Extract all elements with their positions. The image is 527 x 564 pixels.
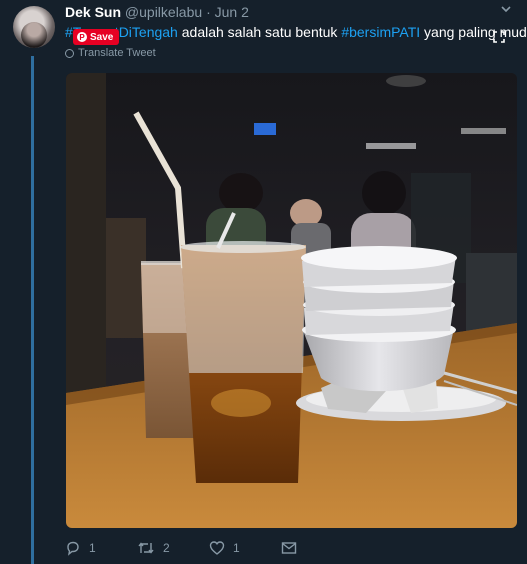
heart-icon [209, 541, 225, 555]
retweet-button[interactable]: 2 [137, 540, 209, 556]
retweet-icon [138, 542, 154, 554]
author-name[interactable]: Dek Sun [65, 4, 121, 20]
hashtag-link[interactable]: #bersimPATI [341, 24, 420, 40]
like-button[interactable]: 1 [209, 540, 281, 556]
tweet-text-body: adalah salah satu bentuk [177, 24, 342, 40]
avatar[interactable] [13, 6, 55, 48]
translate-label: Translate Tweet [78, 47, 156, 59]
expand-icon[interactable] [493, 31, 505, 43]
reply-button[interactable]: 1 [65, 540, 137, 556]
globe-icon [65, 48, 74, 58]
direct-message-button[interactable] [281, 540, 297, 556]
save-label: Save [90, 31, 114, 43]
pinterest-save-button[interactable]: P Save [73, 29, 120, 45]
photo-cafe-drinks [66, 73, 517, 528]
tweet-photo[interactable] [66, 73, 517, 528]
translate-tweet-link[interactable]: Translate Tweet [65, 47, 156, 59]
reply-icon [67, 541, 79, 556]
tweet-text: #TempatDiTengah adalah salah satu bentuk… [65, 24, 527, 40]
envelope-icon [281, 542, 297, 554]
tweet-date[interactable]: Jun 2 [215, 4, 249, 20]
thread-line [31, 56, 34, 564]
retweet-count: 2 [163, 541, 170, 555]
pinterest-icon: P [77, 32, 87, 42]
tweet-actions: 1 2 1 [65, 540, 297, 556]
tweet-header: Dek Sun @upilkelabu · Jun 2 [65, 4, 249, 20]
tweet-text-body: yang paling mudah. [424, 24, 527, 40]
like-count: 1 [233, 541, 240, 555]
reply-count: 1 [89, 541, 96, 555]
chevron-down-icon[interactable] [500, 3, 512, 15]
author-handle[interactable]: @upilkelabu [125, 4, 202, 20]
separator: · [206, 4, 211, 20]
